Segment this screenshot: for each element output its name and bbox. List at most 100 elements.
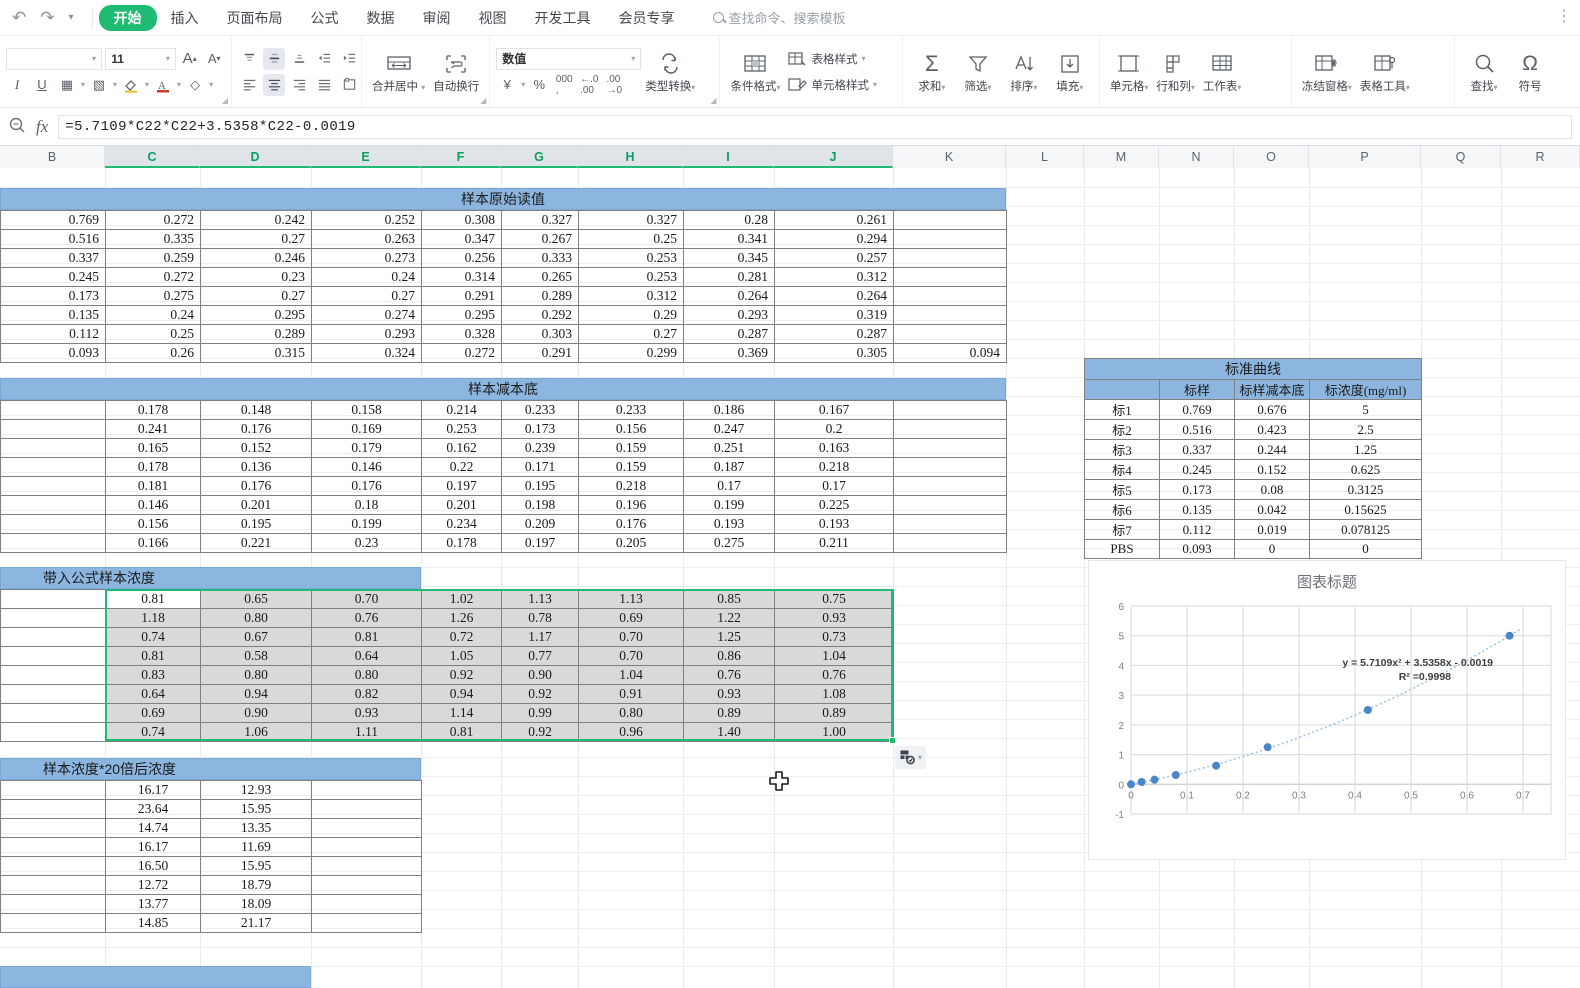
table-row[interactable]: 23.64 15.95 (0, 799, 422, 819)
table-row[interactable]: 16.50 15.95 (0, 856, 422, 876)
cell[interactable]: 0.233 (578, 400, 684, 420)
cell[interactable] (0, 875, 106, 895)
cell[interactable] (311, 894, 422, 914)
cell[interactable]: 0.289 (501, 286, 579, 306)
tab-insert[interactable]: 插入 (157, 4, 213, 32)
cell[interactable]: 15.95 (200, 799, 312, 819)
formula-input[interactable]: =5.7109*C22*C22+3.5358*C22-0.0019 (58, 114, 1572, 139)
cell[interactable]: 0.162 (421, 438, 502, 458)
cell[interactable]: 0.27 (200, 286, 312, 306)
cell[interactable]: 14.85 (105, 913, 201, 933)
cell[interactable]: 0.252 (311, 210, 422, 230)
cell[interactable]: 0.319 (774, 305, 894, 325)
cell[interactable]: 0.70 (311, 589, 422, 609)
cell[interactable]: 0.25 (105, 324, 201, 344)
table-row[interactable]: 标4 0.245 0.152 0.625 (1084, 459, 1422, 480)
cell[interactable]: 0.293 (683, 305, 775, 325)
paste-options-button[interactable]: ▾ (895, 746, 927, 769)
find-button[interactable]: 查找▾ (1461, 48, 1507, 96)
cell[interactable]: 0.287 (774, 324, 894, 344)
cell[interactable]: 标4 (1084, 459, 1160, 480)
cell[interactable]: 0.80 (311, 665, 422, 685)
cell[interactable]: 12.72 (105, 875, 201, 895)
cell[interactable]: 0.291 (501, 343, 579, 363)
cell[interactable]: 0.267 (501, 229, 579, 249)
cell[interactable]: 0.24 (105, 305, 201, 325)
table-concentration-20x[interactable]: 16.17 12.93 23.64 15.95 14.74 13.35 16.1… (0, 780, 422, 933)
cell[interactable]: 0.92 (501, 722, 579, 742)
cell[interactable]: 0.15625 (1309, 499, 1422, 520)
cell[interactable]: 0.094 (893, 343, 1007, 363)
column-header-K[interactable]: K (893, 146, 1006, 168)
cell[interactable]: 0.218 (774, 457, 894, 477)
cell[interactable]: 0.176 (200, 476, 312, 496)
cell[interactable]: 0.261 (774, 210, 894, 230)
cell[interactable]: 标5 (1084, 479, 1160, 500)
table-row[interactable]: 0.156 0.195 0.199 0.234 0.209 0.176 0.19… (0, 514, 1007, 534)
cell[interactable]: 0.312 (774, 267, 894, 287)
cell[interactable]: PBS (1084, 539, 1160, 559)
redo-icon[interactable]: ↷ (40, 9, 54, 26)
cell[interactable]: 0.019 (1234, 519, 1310, 540)
table-row[interactable]: 标7 0.112 0.019 0.078125 (1084, 519, 1422, 540)
cell[interactable]: 1.25 (683, 627, 775, 647)
table-row[interactable]: 0.516 0.335 0.27 0.263 0.347 0.267 0.25 … (0, 229, 1007, 249)
cell[interactable]: 0.314 (421, 267, 502, 287)
cell[interactable] (893, 514, 1007, 534)
cell[interactable]: 0.199 (683, 495, 775, 515)
cell[interactable]: 0.275 (683, 533, 775, 553)
cell[interactable]: 0.92 (501, 684, 579, 704)
cell[interactable]: 16.50 (105, 856, 201, 876)
column-header-P[interactable]: P (1309, 146, 1421, 168)
cell[interactable]: 21.17 (200, 913, 312, 933)
cell[interactable]: 0.209 (501, 514, 579, 534)
column-header-F[interactable]: F (421, 146, 501, 168)
cell[interactable]: 1.40 (683, 722, 775, 742)
cell[interactable]: 0.81 (421, 722, 502, 742)
cell[interactable]: 0.247 (683, 419, 775, 439)
cell[interactable] (893, 476, 1007, 496)
align-top-icon[interactable] (238, 48, 260, 70)
cell[interactable]: 1.22 (683, 608, 775, 628)
table-row[interactable]: 0.166 0.221 0.23 0.178 0.197 0.205 0.275… (0, 533, 1007, 553)
customize-quick-access-icon[interactable]: ▾ (69, 12, 74, 23)
cell[interactable] (0, 837, 106, 857)
cell[interactable] (0, 400, 106, 420)
cell[interactable] (893, 457, 1007, 477)
freeze-panes-button[interactable]: 冻结窗格▾ (1298, 48, 1356, 96)
table-row[interactable]: 0.74 1.06 1.11 0.81 0.92 0.96 1.40 1.00 (0, 722, 894, 742)
cell[interactable] (0, 665, 106, 685)
cell[interactable] (0, 856, 106, 876)
cell[interactable]: 0.193 (774, 514, 894, 534)
table-row[interactable]: 0.146 0.201 0.18 0.201 0.198 0.196 0.199… (0, 495, 1007, 515)
table-row[interactable]: 12.72 18.79 (0, 875, 422, 895)
autosum-button[interactable]: Σ 求和▾ (909, 48, 955, 96)
cell[interactable]: 0.305 (774, 343, 894, 363)
cell[interactable] (0, 780, 106, 800)
cell[interactable] (893, 495, 1007, 515)
cell[interactable]: 0.69 (578, 608, 684, 628)
table-row[interactable]: 标6 0.135 0.042 0.15625 (1084, 499, 1422, 520)
cell[interactable]: 0.275 (105, 286, 201, 306)
cell[interactable]: 0.156 (578, 419, 684, 439)
align-right-icon[interactable] (288, 74, 310, 96)
cell[interactable]: 0.294 (774, 229, 894, 249)
cell[interactable]: 0.167 (774, 400, 894, 420)
cell[interactable]: 1.18 (105, 608, 201, 628)
undo-icon[interactable]: ↶ (12, 9, 26, 26)
cell[interactable]: 0.225 (774, 495, 894, 515)
cell[interactable]: 0.289 (200, 324, 312, 344)
cell[interactable]: 11.69 (200, 837, 312, 857)
cell[interactable]: 0.676 (1234, 399, 1310, 420)
cell[interactable] (311, 799, 422, 819)
table-row[interactable]: 0.83 0.80 0.80 0.92 0.90 1.04 0.76 0.76 (0, 665, 894, 685)
cell[interactable]: 0.196 (578, 495, 684, 515)
cell[interactable]: 0.253 (578, 248, 684, 268)
merge-center-button[interactable]: 合并居中 ▾ (368, 48, 429, 96)
cell[interactable] (893, 210, 1007, 230)
cell[interactable]: 1.25 (1309, 439, 1422, 460)
cell[interactable]: 0.265 (501, 267, 579, 287)
cell[interactable]: 0.263 (311, 229, 422, 249)
cell[interactable]: 1.11 (311, 722, 422, 742)
cell[interactable]: 0.152 (1234, 459, 1310, 480)
